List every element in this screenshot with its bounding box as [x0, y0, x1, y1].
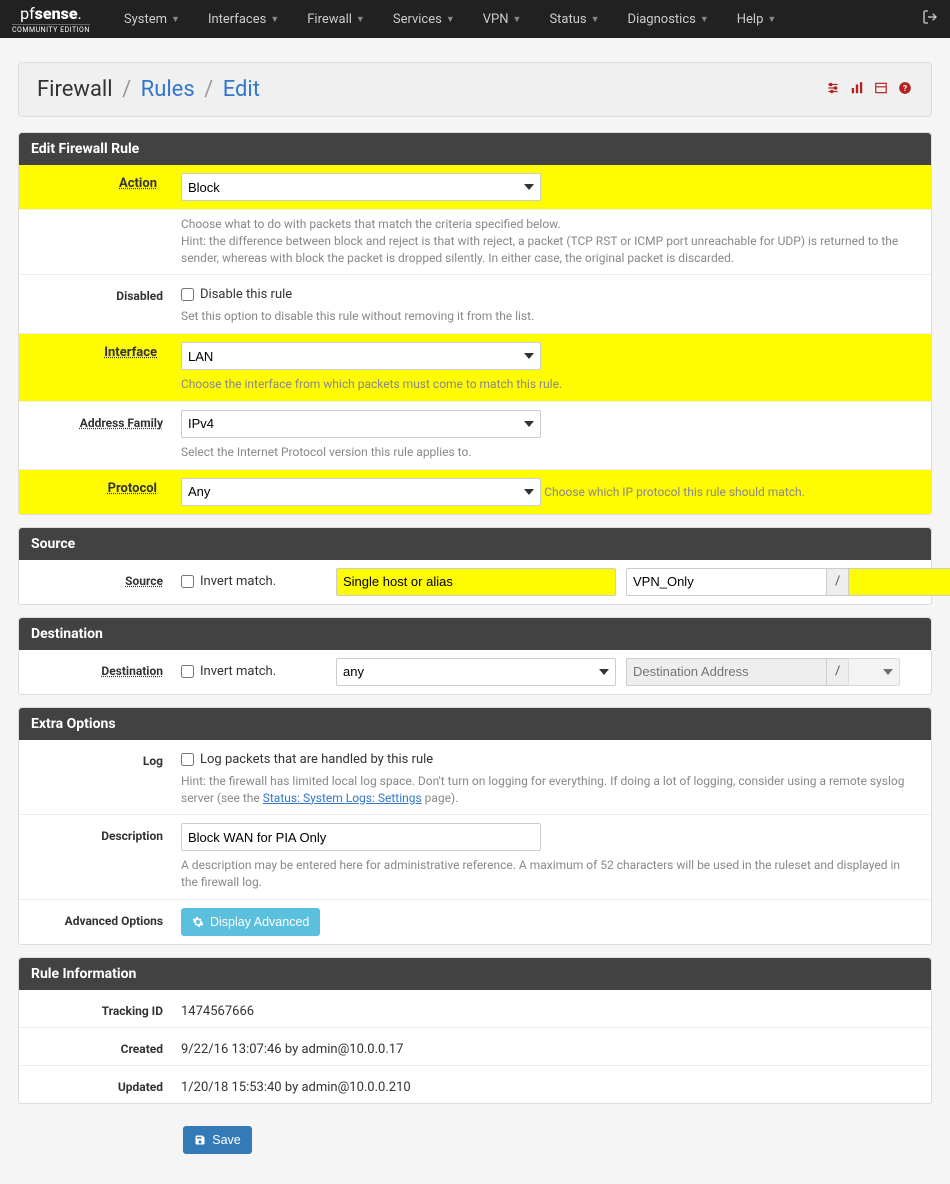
panel-info-title: Rule Information	[19, 958, 931, 990]
description-input[interactable]	[181, 823, 541, 851]
address-family-hint: Select the Internet Protocol version thi…	[181, 444, 919, 461]
breadcrumb-edit[interactable]: Edit	[223, 77, 260, 102]
gear-icon	[192, 916, 204, 928]
log-checkbox[interactable]	[181, 753, 194, 766]
header-sliders-icon[interactable]	[825, 81, 841, 99]
header-help-icon[interactable]: ?	[897, 81, 913, 99]
panel-rule-info: Rule Information Tracking ID 1474567666 …	[18, 957, 932, 1104]
destination-address-input[interactable]	[626, 658, 826, 686]
save-icon	[194, 1134, 206, 1146]
action-hint: Choose what to do with packets that matc…	[181, 216, 919, 266]
destination-invert-label: Invert match.	[200, 664, 276, 679]
protocol-select[interactable]: Any	[181, 478, 541, 506]
log-hint: Hint: the firewall has limited local log…	[181, 773, 919, 807]
log-label: Log	[31, 748, 181, 768]
source-mask-separator: /	[826, 568, 848, 596]
destination-label: Destination	[31, 658, 181, 678]
nav-system[interactable]: System▼	[110, 0, 194, 38]
brand-logo[interactable]: pfsense. COMMUNITY EDITION	[12, 4, 90, 34]
nav-diagnostics[interactable]: Diagnostics▼	[614, 0, 723, 38]
interface-hint: Choose the interface from which packets …	[181, 376, 562, 393]
nav-help[interactable]: Help▼	[723, 0, 791, 38]
panel-edit-title: Edit Firewall Rule	[19, 133, 931, 165]
source-address-input[interactable]	[626, 568, 826, 596]
breadcrumb: Firewall / Rules / Edit	[37, 77, 260, 102]
display-advanced-button[interactable]: Display Advanced	[181, 908, 320, 936]
disabled-checkbox[interactable]	[181, 288, 194, 301]
main-nav: System▼ Interfaces▼ Firewall▼ Services▼ …	[110, 0, 790, 38]
header-log-icon[interactable]	[873, 81, 889, 99]
interface-select[interactable]: LAN	[181, 342, 541, 370]
panel-source: Source Source Invert match. Single host …	[18, 527, 932, 605]
logout-icon[interactable]	[922, 9, 938, 29]
source-invert-label: Invert match.	[200, 574, 276, 589]
header-chart-icon[interactable]	[849, 81, 865, 99]
created-label: Created	[31, 1036, 181, 1056]
save-button[interactable]: Save	[183, 1126, 252, 1154]
address-family-label: Address Family	[31, 410, 181, 430]
action-select[interactable]: Block	[181, 173, 541, 201]
nav-services[interactable]: Services▼	[379, 0, 469, 38]
disabled-label: Disabled	[31, 283, 181, 303]
breadcrumb-rules[interactable]: Rules	[141, 77, 195, 102]
panel-destination-title: Destination	[19, 618, 931, 650]
description-label: Description	[31, 823, 181, 843]
destination-invert-checkbox[interactable]	[181, 665, 194, 678]
destination-mask-separator: /	[826, 658, 848, 686]
panel-edit-rule: Edit Firewall Rule Action Block Choose w…	[18, 132, 932, 515]
panel-destination: Destination Destination Invert match. an…	[18, 617, 932, 695]
protocol-label: Protocol	[102, 478, 163, 499]
source-mask-select[interactable]	[848, 568, 950, 596]
source-label: Source	[31, 568, 181, 588]
tracking-id-value: 1474567666	[181, 998, 919, 1019]
panel-source-title: Source	[19, 528, 931, 560]
description-hint: A description may be entered here for ad…	[181, 857, 919, 891]
action-label: Action	[113, 173, 163, 194]
source-invert-checkbox[interactable]	[181, 575, 194, 588]
created-value: 9/22/16 13:07:46 by admin@10.0.0.17	[181, 1036, 919, 1057]
nav-firewall[interactable]: Firewall▼	[293, 0, 379, 38]
nav-interfaces[interactable]: Interfaces▼	[194, 0, 293, 38]
address-family-select[interactable]: IPv4	[181, 410, 541, 438]
updated-value: 1/20/18 15:53:40 by admin@10.0.0.210	[181, 1074, 919, 1095]
panel-extra-options: Extra Options Log Log packets that are h…	[18, 707, 932, 945]
page-header: Firewall / Rules / Edit ?	[18, 62, 932, 117]
log-text: Log packets that are handled by this rul…	[200, 752, 433, 767]
updated-label: Updated	[31, 1074, 181, 1094]
nav-status[interactable]: Status▼	[535, 0, 613, 38]
source-type-select[interactable]: Single host or alias	[336, 568, 616, 596]
breadcrumb-root[interactable]: Firewall	[37, 77, 113, 102]
nav-vpn[interactable]: VPN▼	[469, 0, 536, 38]
top-navbar: pfsense. COMMUNITY EDITION System▼ Inter…	[0, 0, 950, 38]
interface-label: Interface	[98, 342, 163, 363]
tracking-id-label: Tracking ID	[31, 998, 181, 1018]
disabled-hint: Set this option to disable this rule wit…	[181, 308, 919, 325]
destination-type-select[interactable]: any	[336, 658, 616, 686]
panel-extra-title: Extra Options	[19, 708, 931, 740]
svg-text:?: ?	[903, 82, 907, 92]
destination-mask-select[interactable]	[848, 658, 900, 686]
disabled-text: Disable this rule	[200, 287, 292, 302]
protocol-hint: Choose which IP protocol this rule shoul…	[544, 484, 805, 501]
syslog-link[interactable]: Status: System Logs: Settings	[263, 791, 422, 805]
advanced-label: Advanced Options	[31, 908, 181, 928]
